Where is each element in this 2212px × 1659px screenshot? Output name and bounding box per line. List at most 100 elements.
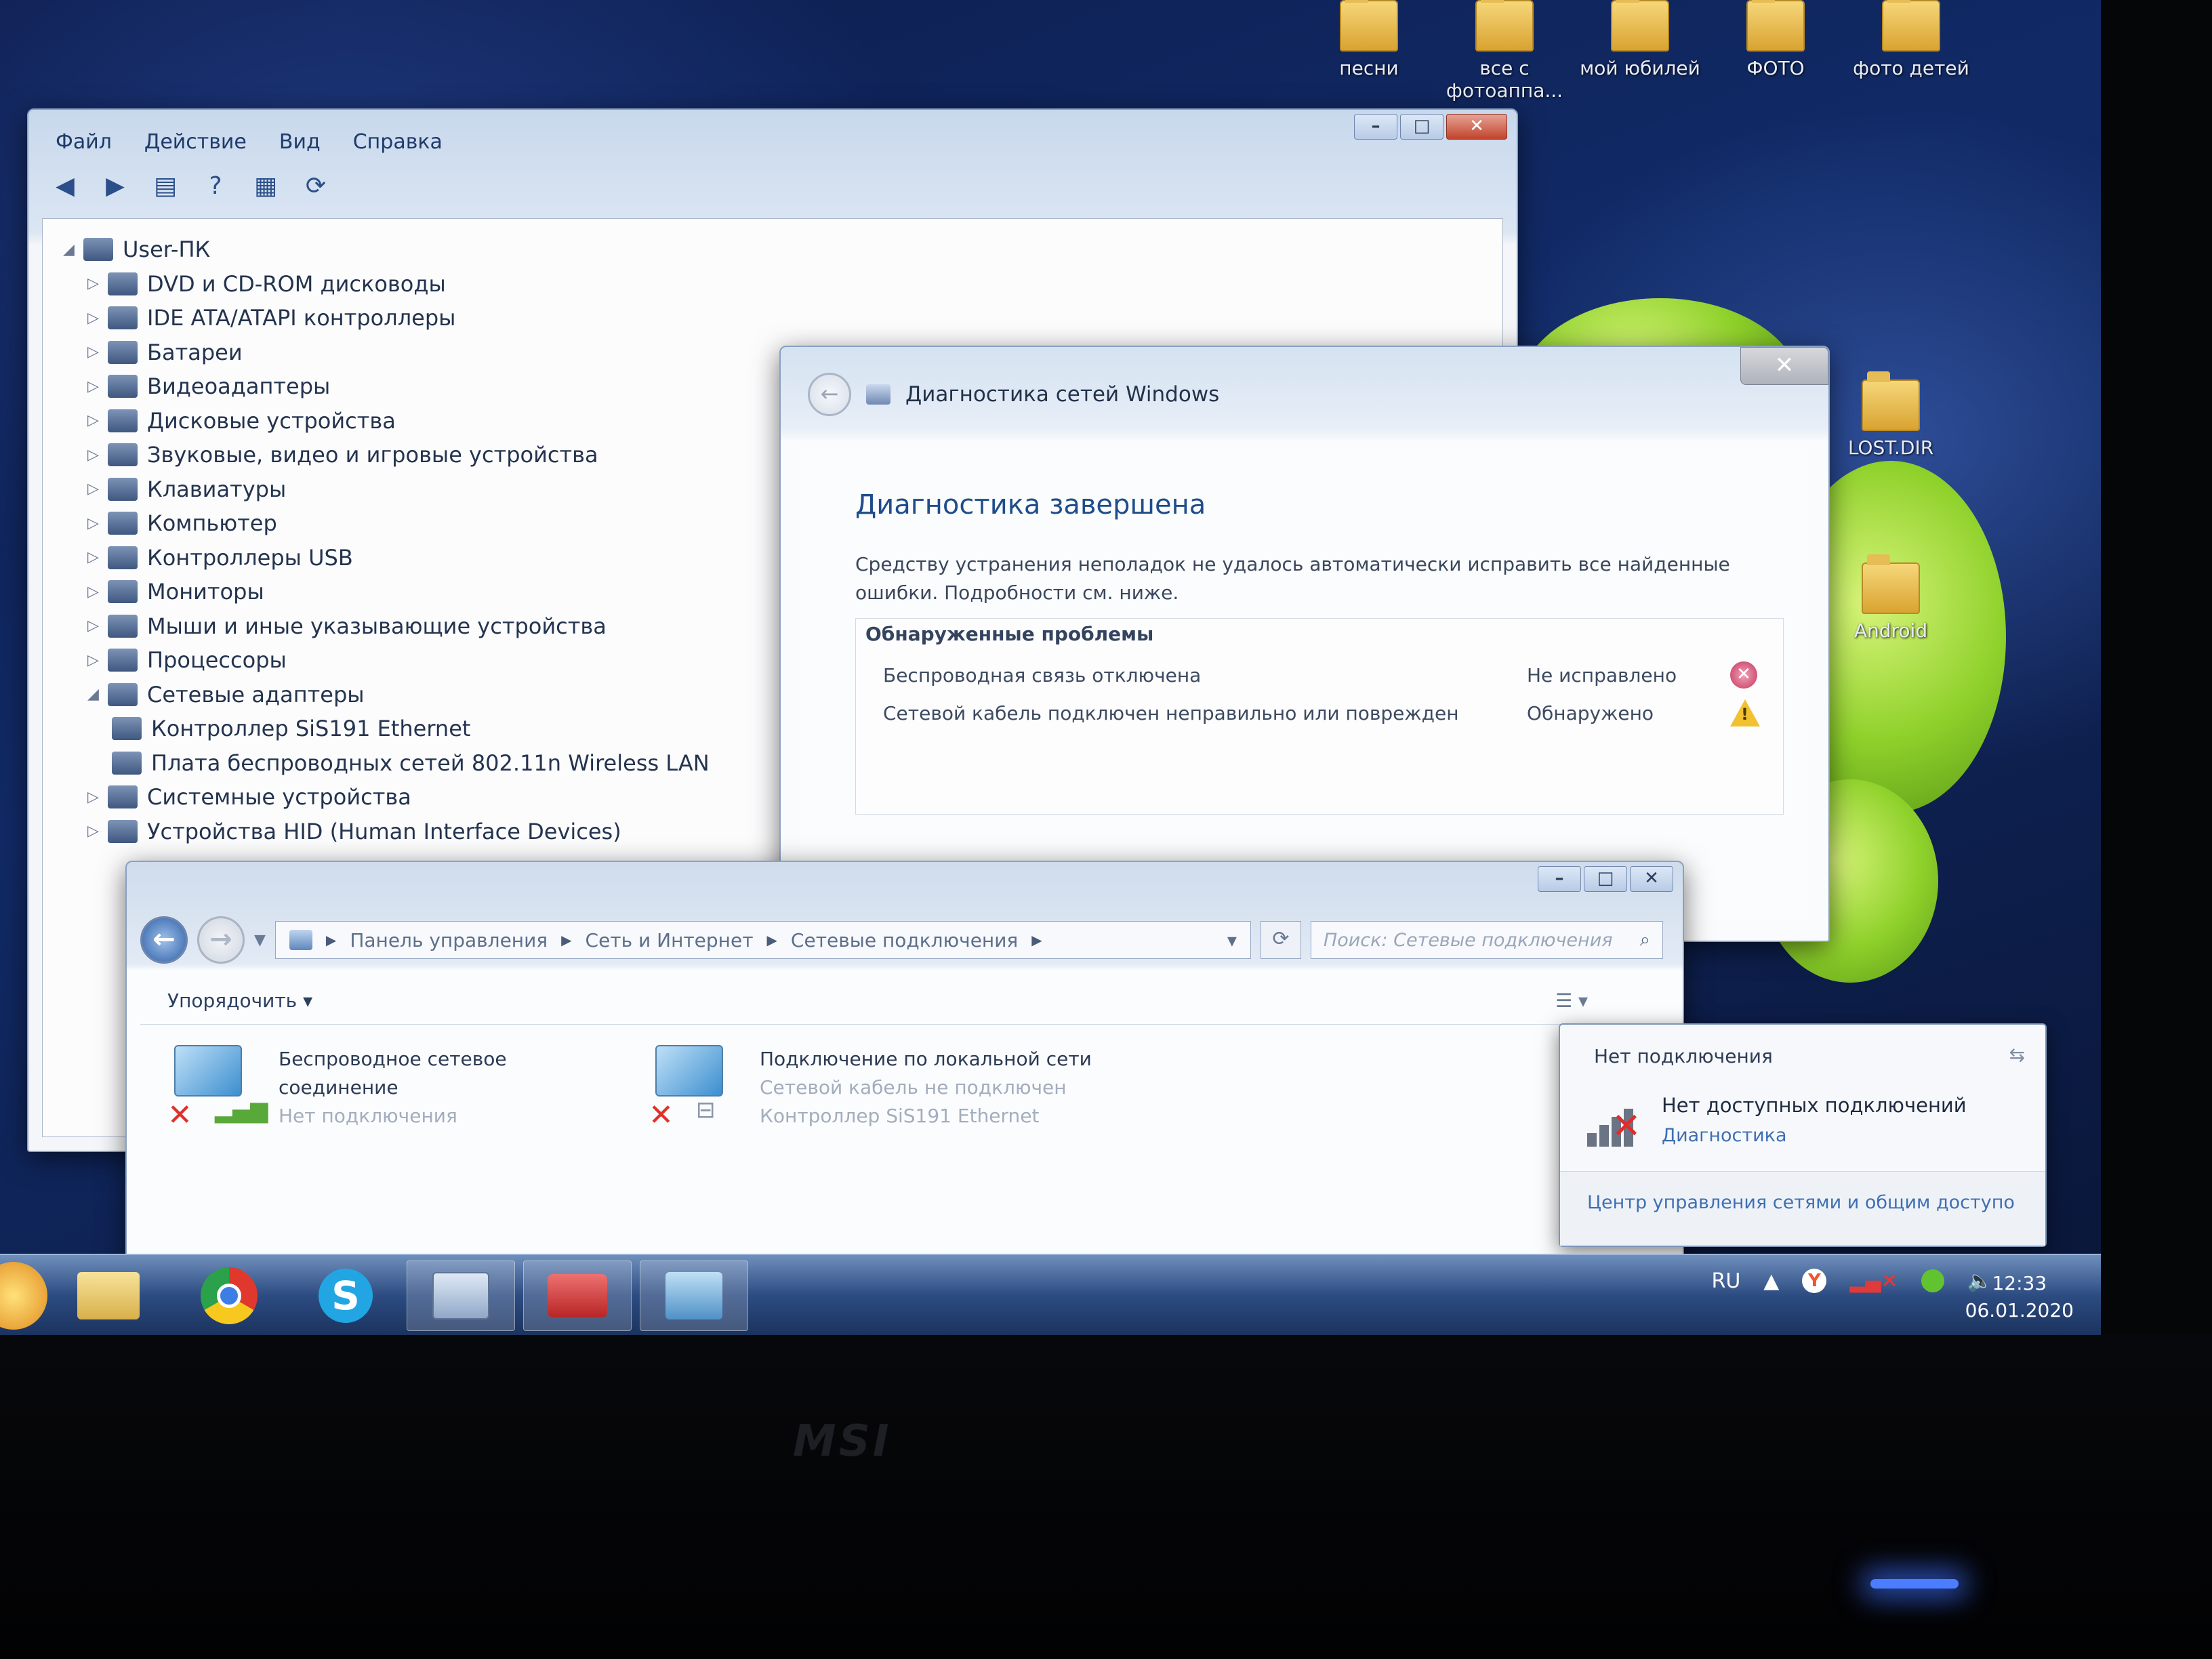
history-dropdown-icon[interactable]: ▼ xyxy=(254,932,266,949)
address-bar[interactable]: ▶ Панель управления ▶ Сеть и Интернет ▶ … xyxy=(274,921,1251,959)
connection-lan[interactable]: ✕ ⊟ Подключение по локальной сети Сетевой… xyxy=(649,1045,1092,1132)
network-center-link[interactable]: Центр управления сетями и общим доступо xyxy=(1560,1171,2045,1246)
back-arrow-icon[interactable]: ← xyxy=(808,373,851,416)
expand-arrow-icon[interactable]: ▷ xyxy=(87,447,108,464)
back-arrow-icon[interactable]: ◀ xyxy=(49,171,81,201)
tree-node-category[interactable]: ▷ DVD и CD-ROM дисководы xyxy=(63,267,1482,302)
expand-arrow-icon[interactable]: ▷ xyxy=(87,823,108,840)
diagnostics-link[interactable]: Диагностика xyxy=(1662,1125,1787,1146)
network-folder-icon xyxy=(289,930,312,950)
search-icon: ⌕ xyxy=(1639,929,1650,950)
refresh-button[interactable]: ⟳ xyxy=(1260,921,1301,959)
minimize-button[interactable]: – xyxy=(1538,866,1581,892)
refresh-icon[interactable]: ⇆ xyxy=(2009,1044,2025,1066)
expand-arrow-icon[interactable]: ▷ xyxy=(87,549,108,566)
taskbar-troubleshooter[interactable] xyxy=(523,1261,632,1331)
expand-arrow-icon[interactable]: ▷ xyxy=(87,344,108,361)
expand-arrow-icon[interactable]: ▷ xyxy=(87,583,108,600)
minimize-button[interactable]: – xyxy=(1354,114,1397,140)
clock-time: 12:33 xyxy=(1992,1272,2047,1294)
network-status-icon[interactable]: ▂▄✕ xyxy=(1849,1269,1898,1293)
collapse-arrow-icon[interactable]: ◢ xyxy=(87,686,108,703)
desktop-icon-lost-dir[interactable]: LOST.DIR xyxy=(1823,371,1959,459)
expand-arrow-icon[interactable]: ▷ xyxy=(87,480,108,497)
properties-icon[interactable]: ▤ xyxy=(149,171,182,201)
taskbar-chrome[interactable] xyxy=(175,1261,283,1331)
expand-arrow-icon[interactable]: ▷ xyxy=(87,378,108,395)
problem-status: Обнаружено xyxy=(1527,701,1654,724)
windows-orb-icon xyxy=(0,1262,47,1330)
dialog-body: Диагностика завершена Средству устранени… xyxy=(801,449,1808,920)
expand-arrow-icon[interactable]: ▷ xyxy=(87,789,108,806)
menu-view[interactable]: Вид xyxy=(279,130,321,154)
network-icon xyxy=(665,1272,722,1319)
expand-arrow-icon[interactable]: ▷ xyxy=(87,617,108,634)
battery-icon xyxy=(108,340,138,364)
ide-controller-icon xyxy=(108,306,138,330)
collapse-arrow-icon[interactable]: ◢ xyxy=(63,241,83,258)
breadcrumb-network-connections[interactable]: Сетевые подключения xyxy=(791,929,1018,951)
yandex-icon[interactable]: Y xyxy=(1802,1269,1827,1293)
breadcrumb-control-panel[interactable]: Панель управления xyxy=(350,929,548,951)
close-button[interactable]: ✕ xyxy=(1740,347,1828,385)
forward-button[interactable]: → xyxy=(197,916,245,964)
window-controls: – □ ✕ xyxy=(1354,114,1507,140)
search-input[interactable]: Поиск: Сетевые подключения ⌕ xyxy=(1310,921,1663,959)
menu-file[interactable]: Файл xyxy=(56,130,112,154)
clock[interactable]: 12:33 06.01.2020 xyxy=(1965,1270,2074,1324)
desktop-icon-camera[interactable]: все с фотоаппа... xyxy=(1437,0,1572,102)
taskbar-network-connections[interactable] xyxy=(640,1261,748,1331)
address-dropdown-icon[interactable]: ▾ xyxy=(1227,929,1237,951)
close-button[interactable]: ✕ xyxy=(1446,114,1507,140)
expand-arrow-icon[interactable]: ▷ xyxy=(87,515,108,532)
problems-panel: Обнаруженные проблемы Беспроводная связь… xyxy=(855,618,1784,815)
computer-icon xyxy=(83,238,113,262)
connection-device: Контроллер SiS191 Ethernet xyxy=(760,1105,1040,1127)
menu-help[interactable]: Справка xyxy=(353,130,443,154)
desktop-icon-android[interactable]: Android xyxy=(1823,554,1959,642)
desktop-icon-songs[interactable]: песни xyxy=(1301,0,1437,79)
taskbar-explorer[interactable] xyxy=(54,1261,163,1331)
connection-wireless[interactable]: ✕ ▂▄▆ Беспроводное сетевое соединение Нет… xyxy=(167,1045,507,1132)
organize-button[interactable]: Упорядочить ▾ xyxy=(167,989,312,1012)
taskbar-skype[interactable]: S xyxy=(291,1261,400,1331)
expand-arrow-icon[interactable]: ▷ xyxy=(87,652,108,669)
tree-node-category[interactable]: ▷ IDE ATA/ATAPI контроллеры xyxy=(63,301,1482,335)
wireless-connection-icon: ✕ ▂▄▆ xyxy=(167,1045,268,1132)
disconnected-x-icon: ✕ xyxy=(167,1098,192,1132)
taskbar-device-manager[interactable] xyxy=(407,1261,515,1331)
close-button[interactable]: ✕ xyxy=(1630,866,1673,892)
language-indicator[interactable]: RU xyxy=(1711,1269,1740,1293)
expand-arrow-icon[interactable]: ▷ xyxy=(87,275,108,292)
help-icon[interactable]: ? xyxy=(199,171,232,201)
desktop: песни все с фотоаппа... мой юбилей ФОТО … xyxy=(0,0,2101,1335)
no-connection-icon: ✕ xyxy=(1587,1099,1648,1147)
desktop-icon-kids-photo[interactable]: фото детей xyxy=(1843,0,1979,79)
show-hidden-icons-icon[interactable]: ▲ xyxy=(1763,1269,1779,1293)
maximize-button[interactable]: □ xyxy=(1400,114,1443,140)
expand-arrow-icon[interactable]: ▷ xyxy=(87,412,108,429)
folder-icon xyxy=(1882,0,1940,52)
desktop-icon-jubilee[interactable]: мой юбилей xyxy=(1572,0,1708,79)
skype-icon: S xyxy=(319,1269,373,1323)
breadcrumb-network-internet[interactable]: Сеть и Интернет xyxy=(586,929,754,951)
usb-icon xyxy=(108,546,138,569)
menu-action[interactable]: Действие xyxy=(144,130,247,154)
signal-bars-icon: ▂▄▆ xyxy=(215,1097,268,1124)
back-button[interactable]: ← xyxy=(140,916,188,964)
expand-arrow-icon[interactable]: ▷ xyxy=(87,310,108,327)
desktop-icon-photo[interactable]: ФОТО xyxy=(1708,0,1843,79)
problem-row[interactable]: Сетевой кабель подключен неправильно или… xyxy=(883,695,1763,731)
chrome-icon xyxy=(201,1267,258,1324)
problem-row[interactable]: Беспроводная связь отключена Не исправле… xyxy=(883,657,1763,693)
tree-node-root[interactable]: ◢ User-ПК xyxy=(63,232,1482,267)
brand-logo: MSI xyxy=(793,1416,892,1467)
folder-icon xyxy=(1340,0,1398,52)
antivirus-icon[interactable] xyxy=(1921,1269,1944,1292)
scan-hardware-icon[interactable]: ⟳ xyxy=(300,171,332,201)
maximize-button[interactable]: □ xyxy=(1584,866,1627,892)
view-options-icon[interactable]: ☰ ▾ xyxy=(1555,989,1588,1012)
forward-arrow-icon[interactable]: ▶ xyxy=(99,171,131,201)
window-controls: – □ ✕ xyxy=(1538,866,1673,892)
view-icon[interactable]: ▦ xyxy=(249,171,282,201)
